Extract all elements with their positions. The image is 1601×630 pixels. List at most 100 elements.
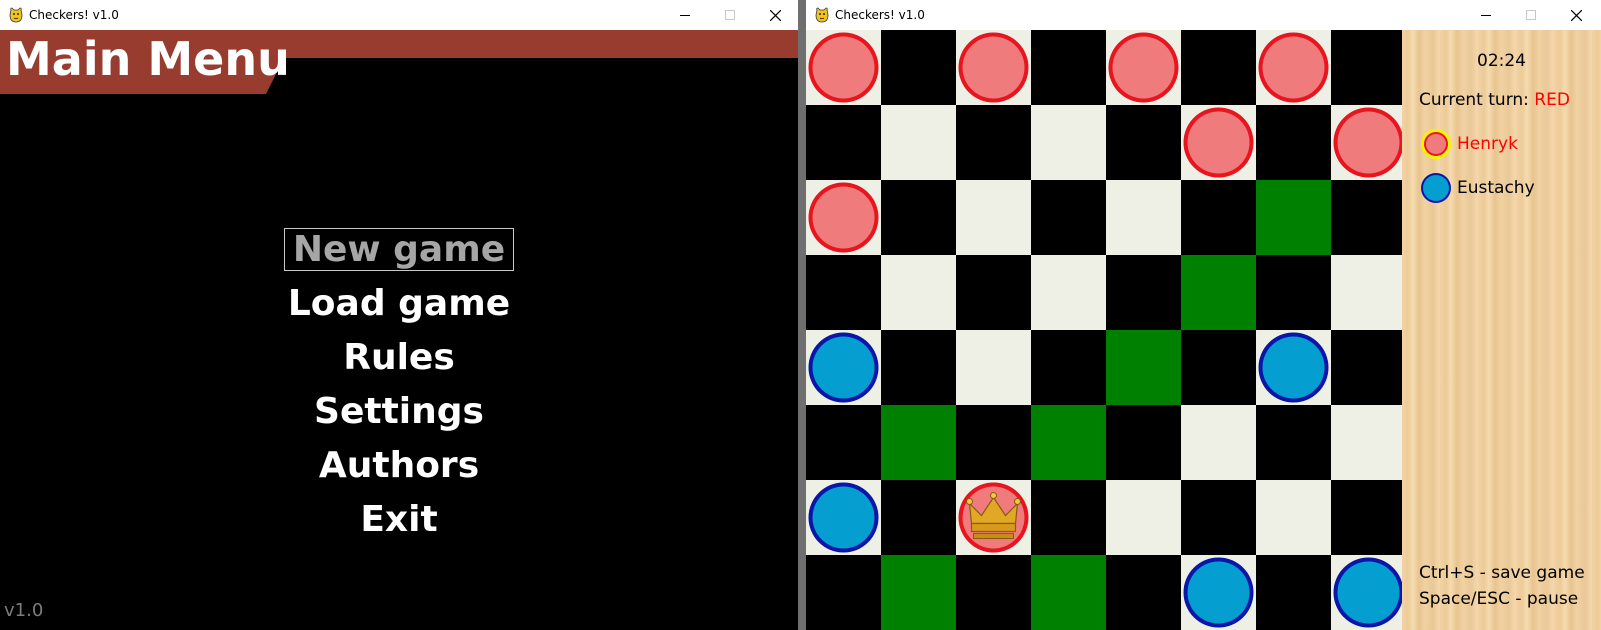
board-square[interactable] xyxy=(1331,180,1406,255)
player-piece-icon xyxy=(1421,173,1451,203)
board-square[interactable] xyxy=(956,555,1031,630)
current-turn-label: Current turn: xyxy=(1419,90,1535,110)
board-square[interactable] xyxy=(1106,180,1181,255)
board-square[interactable] xyxy=(806,255,881,330)
board-square[interactable] xyxy=(881,105,956,180)
board-square[interactable] xyxy=(806,405,881,480)
menu-item-label: Authors xyxy=(318,445,480,486)
menu-item-rules[interactable]: Rules xyxy=(0,333,798,383)
blue-piece[interactable] xyxy=(1183,557,1254,628)
board-square[interactable] xyxy=(1331,405,1406,480)
blue-piece[interactable] xyxy=(1333,557,1404,628)
board-square-highlighted[interactable] xyxy=(1031,555,1106,630)
board-square[interactable] xyxy=(1031,480,1106,555)
menu-item-label: New game xyxy=(283,228,515,271)
board-square[interactable] xyxy=(1256,105,1331,180)
board-square[interactable] xyxy=(956,105,1031,180)
board-square[interactable] xyxy=(1256,405,1331,480)
board-square[interactable] xyxy=(1106,405,1181,480)
board-square-highlighted[interactable] xyxy=(1256,180,1331,255)
board-square[interactable] xyxy=(1256,480,1331,555)
close-button[interactable] xyxy=(760,4,790,26)
board-square[interactable] xyxy=(1256,255,1331,330)
board-square[interactable] xyxy=(881,30,956,105)
red-piece[interactable] xyxy=(808,182,879,253)
board-square[interactable] xyxy=(806,555,881,630)
board-square[interactable] xyxy=(1331,330,1406,405)
player-name: Eustachy xyxy=(1457,178,1535,198)
menu-item-label: Rules xyxy=(343,337,455,378)
board-square[interactable] xyxy=(1181,180,1256,255)
red-piece[interactable] xyxy=(1108,32,1179,103)
board-square[interactable] xyxy=(956,255,1031,330)
title-bar[interactable]: Checkers! v1.0 xyxy=(806,0,1601,30)
board-square-highlighted[interactable] xyxy=(881,555,956,630)
player-row-eustachy: Eustachy xyxy=(1419,171,1535,205)
main-menu-heading: Main Menu xyxy=(6,32,290,86)
board-square[interactable] xyxy=(956,405,1031,480)
board-square[interactable] xyxy=(1031,180,1106,255)
red-piece[interactable] xyxy=(808,32,879,103)
current-turn-value: RED xyxy=(1534,90,1570,110)
board-square-highlighted[interactable] xyxy=(1031,405,1106,480)
board-square[interactable] xyxy=(956,180,1031,255)
close-icon xyxy=(769,9,781,21)
current-turn-indicator: Current turn: RED xyxy=(1419,90,1570,110)
checkers-board[interactable] xyxy=(806,30,1406,630)
board-square[interactable] xyxy=(1106,480,1181,555)
menu-item-settings[interactable]: Settings xyxy=(0,387,798,437)
board-square-highlighted[interactable] xyxy=(1106,330,1181,405)
board-square[interactable] xyxy=(1331,255,1406,330)
minimize-button[interactable] xyxy=(1471,4,1501,26)
board-square[interactable] xyxy=(1106,555,1181,630)
board-square[interactable] xyxy=(881,330,956,405)
board-square-highlighted[interactable] xyxy=(1181,255,1256,330)
red-piece[interactable] xyxy=(958,32,1029,103)
red-piece[interactable] xyxy=(1183,107,1254,178)
menu-item-load-game[interactable]: Load game xyxy=(0,279,798,329)
main-menu-window: Checkers! v1.0 Main Menu New game Load g… xyxy=(0,0,798,630)
maximize-button[interactable] xyxy=(715,4,745,26)
board-square[interactable] xyxy=(881,480,956,555)
board-square[interactable] xyxy=(806,105,881,180)
blue-piece[interactable] xyxy=(1258,332,1329,403)
maximize-icon xyxy=(725,10,735,20)
minimize-button[interactable] xyxy=(670,4,700,26)
board-square[interactable] xyxy=(1256,555,1331,630)
save-shortcut-hint: Ctrl+S - save game xyxy=(1419,563,1585,583)
blue-piece[interactable] xyxy=(808,482,879,553)
player-piece-icon xyxy=(1421,129,1451,159)
pause-shortcut-hint: Space/ESC - pause xyxy=(1419,589,1579,609)
red-piece[interactable] xyxy=(1333,107,1404,178)
board-square[interactable] xyxy=(1181,405,1256,480)
menu-item-label: Settings xyxy=(314,391,484,432)
close-button[interactable] xyxy=(1561,4,1591,26)
board-square[interactable] xyxy=(1031,255,1106,330)
board-square[interactable] xyxy=(881,255,956,330)
board-square[interactable] xyxy=(1031,330,1106,405)
title-bar[interactable]: Checkers! v1.0 xyxy=(0,0,798,30)
board-square[interactable] xyxy=(1331,480,1406,555)
board-square[interactable] xyxy=(1181,30,1256,105)
board-square[interactable] xyxy=(1331,30,1406,105)
window-title: Checkers! v1.0 xyxy=(29,8,119,22)
menu-item-exit[interactable]: Exit xyxy=(0,495,798,545)
red-piece[interactable] xyxy=(1258,32,1329,103)
board-square[interactable] xyxy=(1106,255,1181,330)
board-square-highlighted[interactable] xyxy=(881,405,956,480)
red-king-piece[interactable] xyxy=(958,482,1029,553)
board-square[interactable] xyxy=(1181,330,1256,405)
board-square[interactable] xyxy=(1031,30,1106,105)
blue-piece[interactable] xyxy=(808,332,879,403)
menu-item-authors[interactable]: Authors xyxy=(0,441,798,491)
game-timer: 02:24 xyxy=(1477,51,1526,71)
maximize-button[interactable] xyxy=(1516,4,1546,26)
menu-item-new-game[interactable]: New game xyxy=(0,225,798,275)
board-square[interactable] xyxy=(1181,480,1256,555)
board-square[interactable] xyxy=(1031,105,1106,180)
board-square[interactable] xyxy=(881,180,956,255)
board-square[interactable] xyxy=(956,330,1031,405)
pygame-snake-icon xyxy=(815,7,829,23)
close-icon xyxy=(1570,9,1582,21)
board-square[interactable] xyxy=(1106,105,1181,180)
